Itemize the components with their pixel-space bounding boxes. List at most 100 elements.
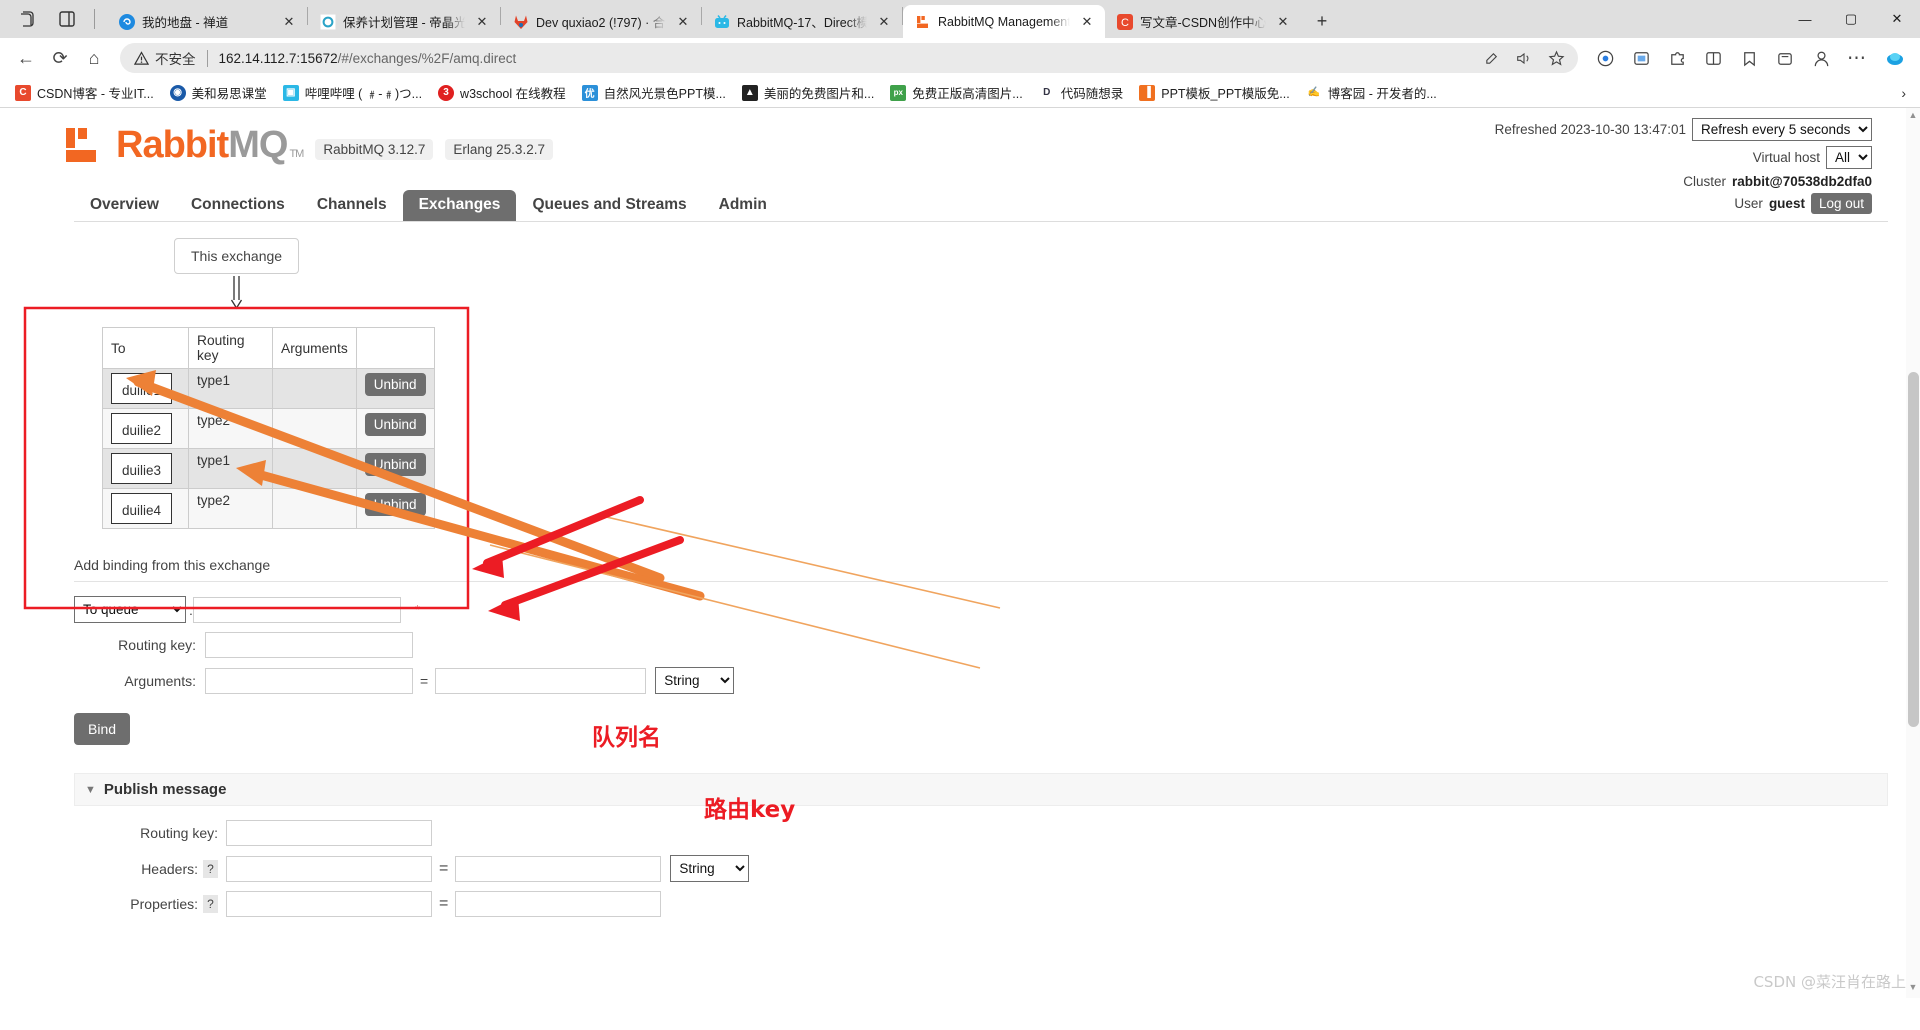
rabbitmq-logo[interactable]: Rabbit MQ TM RabbitMQ 3.12.7 Erlang 25.3.2… bbox=[66, 126, 553, 164]
binding-argument-name-input[interactable] bbox=[205, 667, 413, 694]
unbind-button[interactable]: Unbind bbox=[364, 373, 426, 396]
scroll-down-icon[interactable]: ▼ bbox=[1907, 982, 1919, 996]
bookmark-label: 美丽的免费图片和... bbox=[763, 87, 875, 101]
publish-header-value-input[interactable] bbox=[455, 855, 662, 882]
cell-action: Unbind bbox=[355, 488, 435, 529]
bookmark-9[interactable]: ✍ 博客园 - 开发者的... bbox=[1299, 80, 1444, 105]
tab-0[interactable]: 我的地盘 - 禅道 ✕ bbox=[107, 5, 307, 38]
pixabay-icon: ▲ bbox=[741, 84, 758, 101]
bookmark-7[interactable]: D 代码随想录 bbox=[1032, 80, 1131, 105]
profile-avatar-icon[interactable] bbox=[1804, 42, 1838, 74]
tab-4-active[interactable]: RabbitMQ Management ✕ bbox=[903, 5, 1105, 38]
home-icon[interactable]: ⌂ bbox=[78, 42, 110, 74]
tab-queues-and-streams[interactable]: Queues and Streams bbox=[516, 190, 702, 221]
properties-help-icon[interactable]: ? bbox=[203, 895, 218, 913]
minimize-button[interactable]: — bbox=[1782, 3, 1828, 35]
bookmark-1[interactable]: ◉ 美和易思课堂 bbox=[163, 80, 274, 105]
page-scrollbar[interactable]: ▲ ▼ bbox=[1906, 108, 1920, 998]
edit-link-icon[interactable] bbox=[1478, 44, 1506, 72]
publish-message-header[interactable]: ▼ Publish message bbox=[74, 773, 1888, 806]
settings-more-icon[interactable]: ⋯ bbox=[1840, 42, 1874, 74]
tab-2[interactable]: Dev quxiao2 (!797) · 合并请 ✕ bbox=[501, 5, 701, 38]
publish-routing-key-input[interactable] bbox=[226, 820, 432, 846]
unbind-button[interactable]: Unbind bbox=[364, 493, 426, 516]
maximize-button[interactable]: ▢ bbox=[1828, 3, 1874, 35]
publish-message-title: Publish message bbox=[103, 781, 227, 798]
publish-property-value-input[interactable] bbox=[455, 891, 662, 917]
scroll-up-icon[interactable]: ▲ bbox=[1907, 110, 1919, 124]
drop-favorites-icon[interactable] bbox=[1732, 42, 1766, 74]
binding-arguments-label: Arguments: bbox=[124, 672, 196, 689]
browser-essentials-icon[interactable] bbox=[1588, 42, 1622, 74]
th-arguments: Arguments bbox=[272, 327, 357, 369]
not-secure-indicator[interactable]: 不安全 bbox=[134, 48, 196, 68]
favorite-star-icon[interactable] bbox=[1542, 44, 1570, 72]
bookmark-4[interactable]: 优自然风光景色PPT模... bbox=[575, 80, 733, 105]
tab-5[interactable]: C 写文章-CSDN创作中心 ✕ bbox=[1105, 5, 1301, 38]
refresh-interval-select[interactable]: Refresh every 5 seconds bbox=[1692, 118, 1872, 141]
split-screen-icon[interactable] bbox=[52, 4, 82, 34]
publish-property-name-input[interactable] bbox=[226, 891, 432, 917]
tab-3[interactable]: RabbitMQ-17、Direct模式 ✕ bbox=[702, 5, 902, 38]
binding-routing-key-label: Routing key: bbox=[118, 637, 196, 653]
binding-argument-type-select[interactable]: String bbox=[655, 667, 735, 694]
tab-close-icon[interactable]: ✕ bbox=[673, 12, 693, 32]
bookmark-6[interactable]: px 免费正版高清图片... bbox=[883, 80, 1029, 105]
back-icon[interactable]: ← bbox=[10, 42, 42, 74]
tab-close-icon[interactable]: ✕ bbox=[279, 12, 299, 32]
bookmark-5[interactable]: ▲ 美丽的免费图片和... bbox=[735, 80, 881, 105]
queue-link[interactable]: duilie4 bbox=[111, 493, 173, 524]
reload-icon[interactable]: ⟳ bbox=[44, 42, 76, 74]
collections-icon[interactable] bbox=[1624, 42, 1658, 74]
binding-destination-input[interactable] bbox=[193, 596, 401, 623]
split-screen-toolbar-icon[interactable] bbox=[1696, 42, 1730, 74]
new-tab-button[interactable]: + bbox=[1307, 6, 1337, 36]
tab-close-icon[interactable]: ✕ bbox=[874, 12, 894, 32]
publish-properties-label-wrap: Properties: ? bbox=[74, 895, 226, 913]
add-favorites-icon[interactable] bbox=[1768, 42, 1802, 74]
binding-argument-value-input[interactable] bbox=[435, 667, 647, 694]
queue-link[interactable]: duilie3 bbox=[111, 453, 173, 484]
bind-button[interactable]: Bind bbox=[74, 713, 131, 745]
bookmark-3[interactable]: 3 w3school 在线教程 bbox=[431, 80, 573, 105]
copilot-icon[interactable] bbox=[1880, 43, 1910, 73]
tab-actions-icon[interactable] bbox=[12, 4, 42, 34]
logo-text: Rabbit MQ TM bbox=[116, 126, 304, 164]
tab-overview[interactable]: Overview bbox=[74, 190, 175, 221]
publish-header-type-select[interactable]: String bbox=[670, 855, 750, 882]
tab-channels[interactable]: Channels bbox=[301, 190, 403, 221]
tab-label: Dev quxiao2 (!797) · 合并请 bbox=[536, 16, 666, 30]
read-aloud-icon[interactable] bbox=[1510, 44, 1538, 72]
unbind-button[interactable]: Unbind bbox=[364, 413, 426, 436]
bookmark-8[interactable]: ▐ PPT模板_PPT模版免... bbox=[1132, 80, 1297, 105]
tab-close-icon[interactable]: ✕ bbox=[1077, 12, 1097, 32]
gitlab-icon bbox=[512, 13, 529, 30]
tab-label: 保养计划管理 - 帝晶光电A bbox=[343, 16, 465, 30]
tab-connections[interactable]: Connections bbox=[175, 190, 301, 221]
bookmark-0[interactable]: C CSDN博客 - 专业IT... bbox=[8, 80, 161, 105]
tab-admin[interactable]: Admin bbox=[703, 190, 783, 221]
vhost-select[interactable]: All bbox=[1826, 146, 1872, 169]
bookmarks-overflow-icon[interactable]: › bbox=[1895, 83, 1912, 103]
address-bar[interactable]: 不安全 162.14.112.7:15672/#/exchanges/%2F/a… bbox=[120, 43, 1578, 73]
binding-routing-key-input[interactable] bbox=[205, 632, 413, 658]
scrollbar-thumb[interactable] bbox=[1908, 372, 1919, 727]
tab-1[interactable]: 保养计划管理 - 帝晶光电A ✕ bbox=[308, 5, 500, 38]
bookmark-2[interactable]: ▣ 哔哩哔哩 ( ﹟-﹟)つ... bbox=[276, 80, 429, 105]
queue-link[interactable]: duilie2 bbox=[111, 413, 173, 444]
tab-close-icon[interactable]: ✕ bbox=[472, 12, 492, 32]
extensions-icon[interactable] bbox=[1660, 42, 1694, 74]
add-binding-section-label: Add binding from this exchange bbox=[74, 557, 271, 573]
close-window-button[interactable]: ✕ bbox=[1874, 3, 1920, 35]
unbind-button[interactable]: Unbind bbox=[364, 453, 426, 476]
tab-exchanges[interactable]: Exchanges bbox=[402, 190, 517, 221]
cluster-label: Cluster bbox=[1683, 174, 1727, 189]
tab-close-icon[interactable]: ✕ bbox=[1273, 12, 1293, 32]
headers-help-icon[interactable]: ? bbox=[203, 859, 218, 878]
tab-label: RabbitMQ-17、Direct模式 bbox=[737, 16, 867, 30]
binding-destination-select[interactable]: To queue bbox=[74, 596, 186, 623]
tab-strip-left-controls bbox=[6, 0, 107, 38]
window-controls: — ▢ ✕ bbox=[1782, 0, 1920, 38]
queue-link[interactable]: duilie1 bbox=[111, 373, 173, 404]
publish-header-name-input[interactable] bbox=[226, 855, 432, 882]
